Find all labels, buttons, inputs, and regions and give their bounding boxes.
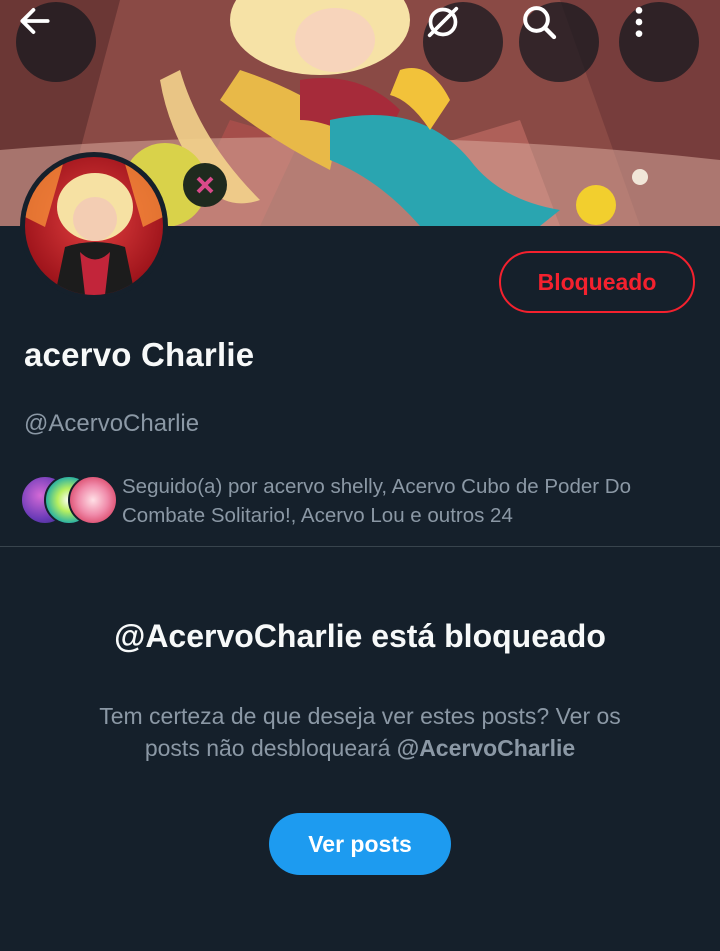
profile-avatar[interactable] (20, 152, 168, 300)
section-divider (0, 546, 720, 547)
more-vertical-icon (635, 7, 643, 37)
blocked-notice-handle: @AcervoCharlie (396, 735, 576, 761)
back-button[interactable] (16, 2, 96, 82)
blocked-notice-description: Tem certeza de que deseja ver estes post… (70, 700, 650, 764)
grok-button[interactable] (423, 2, 503, 82)
view-posts-button[interactable]: Ver posts (269, 813, 451, 875)
blocked-notice-title: @AcervoCharlie está bloqueado (114, 618, 606, 654)
followed-by-text: Seguido(a) por acervo shelly, Acervo Cub… (122, 475, 631, 527)
follower-avatars (20, 475, 118, 525)
arrow-left-icon (20, 8, 50, 34)
search-icon (523, 6, 557, 40)
avatar-image (25, 157, 163, 295)
user-handle: @AcervoCharlie (24, 410, 200, 437)
avatar-illustration (25, 157, 163, 295)
blocked-button[interactable]: Bloqueado (499, 251, 695, 313)
display-name: acervo Charlie (24, 336, 255, 373)
search-button[interactable] (519, 2, 599, 82)
grok-slash-circle-icon (427, 6, 459, 38)
followed-by-section[interactable]: Seguido(a) por acervo shelly, Acervo Cub… (20, 470, 700, 530)
more-options-button[interactable] (619, 2, 699, 82)
follower-avatar (68, 475, 118, 525)
profile-page: Bloqueado acervo Charlie @AcervoCharlie … (0, 0, 720, 951)
